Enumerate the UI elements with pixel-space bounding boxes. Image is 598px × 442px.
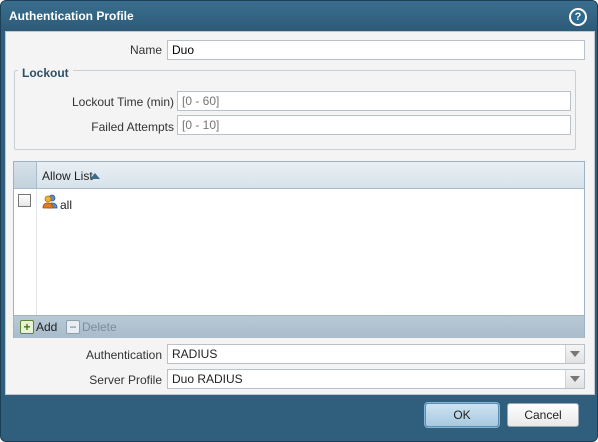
allow-list-column-header[interactable]: Allow List (42, 169, 93, 183)
dialog-content: Name Lockout Lockout Time (min) Failed A… (5, 31, 595, 395)
cancel-button[interactable]: Cancel (507, 403, 579, 427)
ok-button[interactable]: OK (425, 403, 499, 427)
delete-button-label: Delete (82, 320, 117, 334)
sort-ascending-icon[interactable] (90, 173, 100, 179)
lockout-legend: Lockout (18, 66, 73, 80)
authentication-label: Authentication (85, 348, 162, 362)
help-icon[interactable]: ? (569, 8, 587, 26)
allow-list-grid: Allow List all + Add − Delete (13, 161, 585, 338)
allow-list-toolbar: + Add − Delete (14, 315, 584, 338)
allow-list-value: all (60, 198, 73, 212)
server-profile-value: Duo RADIUS (172, 372, 243, 386)
server-profile-label: Server Profile (89, 373, 162, 387)
failed-attempts-input[interactable] (177, 115, 571, 135)
row-checkbox-cell (14, 189, 37, 215)
add-icon: + (20, 320, 34, 334)
row-checkbox[interactable] (18, 194, 31, 207)
chevron-down-icon[interactable] (565, 370, 584, 388)
lockout-time-input[interactable] (177, 91, 571, 111)
delete-button[interactable]: − Delete (66, 320, 122, 334)
user-group-icon (42, 194, 58, 209)
name-label: Name (129, 43, 162, 57)
authentication-select[interactable]: RADIUS (167, 344, 585, 364)
add-button-label: Add (36, 320, 58, 334)
chevron-down-icon[interactable] (565, 345, 584, 363)
authentication-value: RADIUS (172, 347, 218, 361)
dialog-title: Authentication Profile (9, 9, 134, 23)
server-profile-select[interactable]: Duo RADIUS (167, 369, 585, 389)
selection-column-divider (36, 189, 37, 319)
delete-icon: − (66, 320, 80, 334)
allow-list-header: Allow List (14, 162, 584, 189)
select-all-column[interactable] (14, 162, 37, 188)
table-row[interactable]: all (14, 189, 584, 215)
authentication-profile-dialog: Authentication Profile ? Name Lockout Lo… (0, 0, 598, 442)
name-input[interactable] (167, 40, 585, 60)
failed-attempts-label: Failed Attempts (91, 120, 174, 134)
add-button[interactable]: + Add (20, 320, 62, 334)
dialog-titlebar[interactable]: Authentication Profile ? (1, 1, 597, 31)
lockout-time-label: Lockout Time (min) (71, 95, 174, 109)
